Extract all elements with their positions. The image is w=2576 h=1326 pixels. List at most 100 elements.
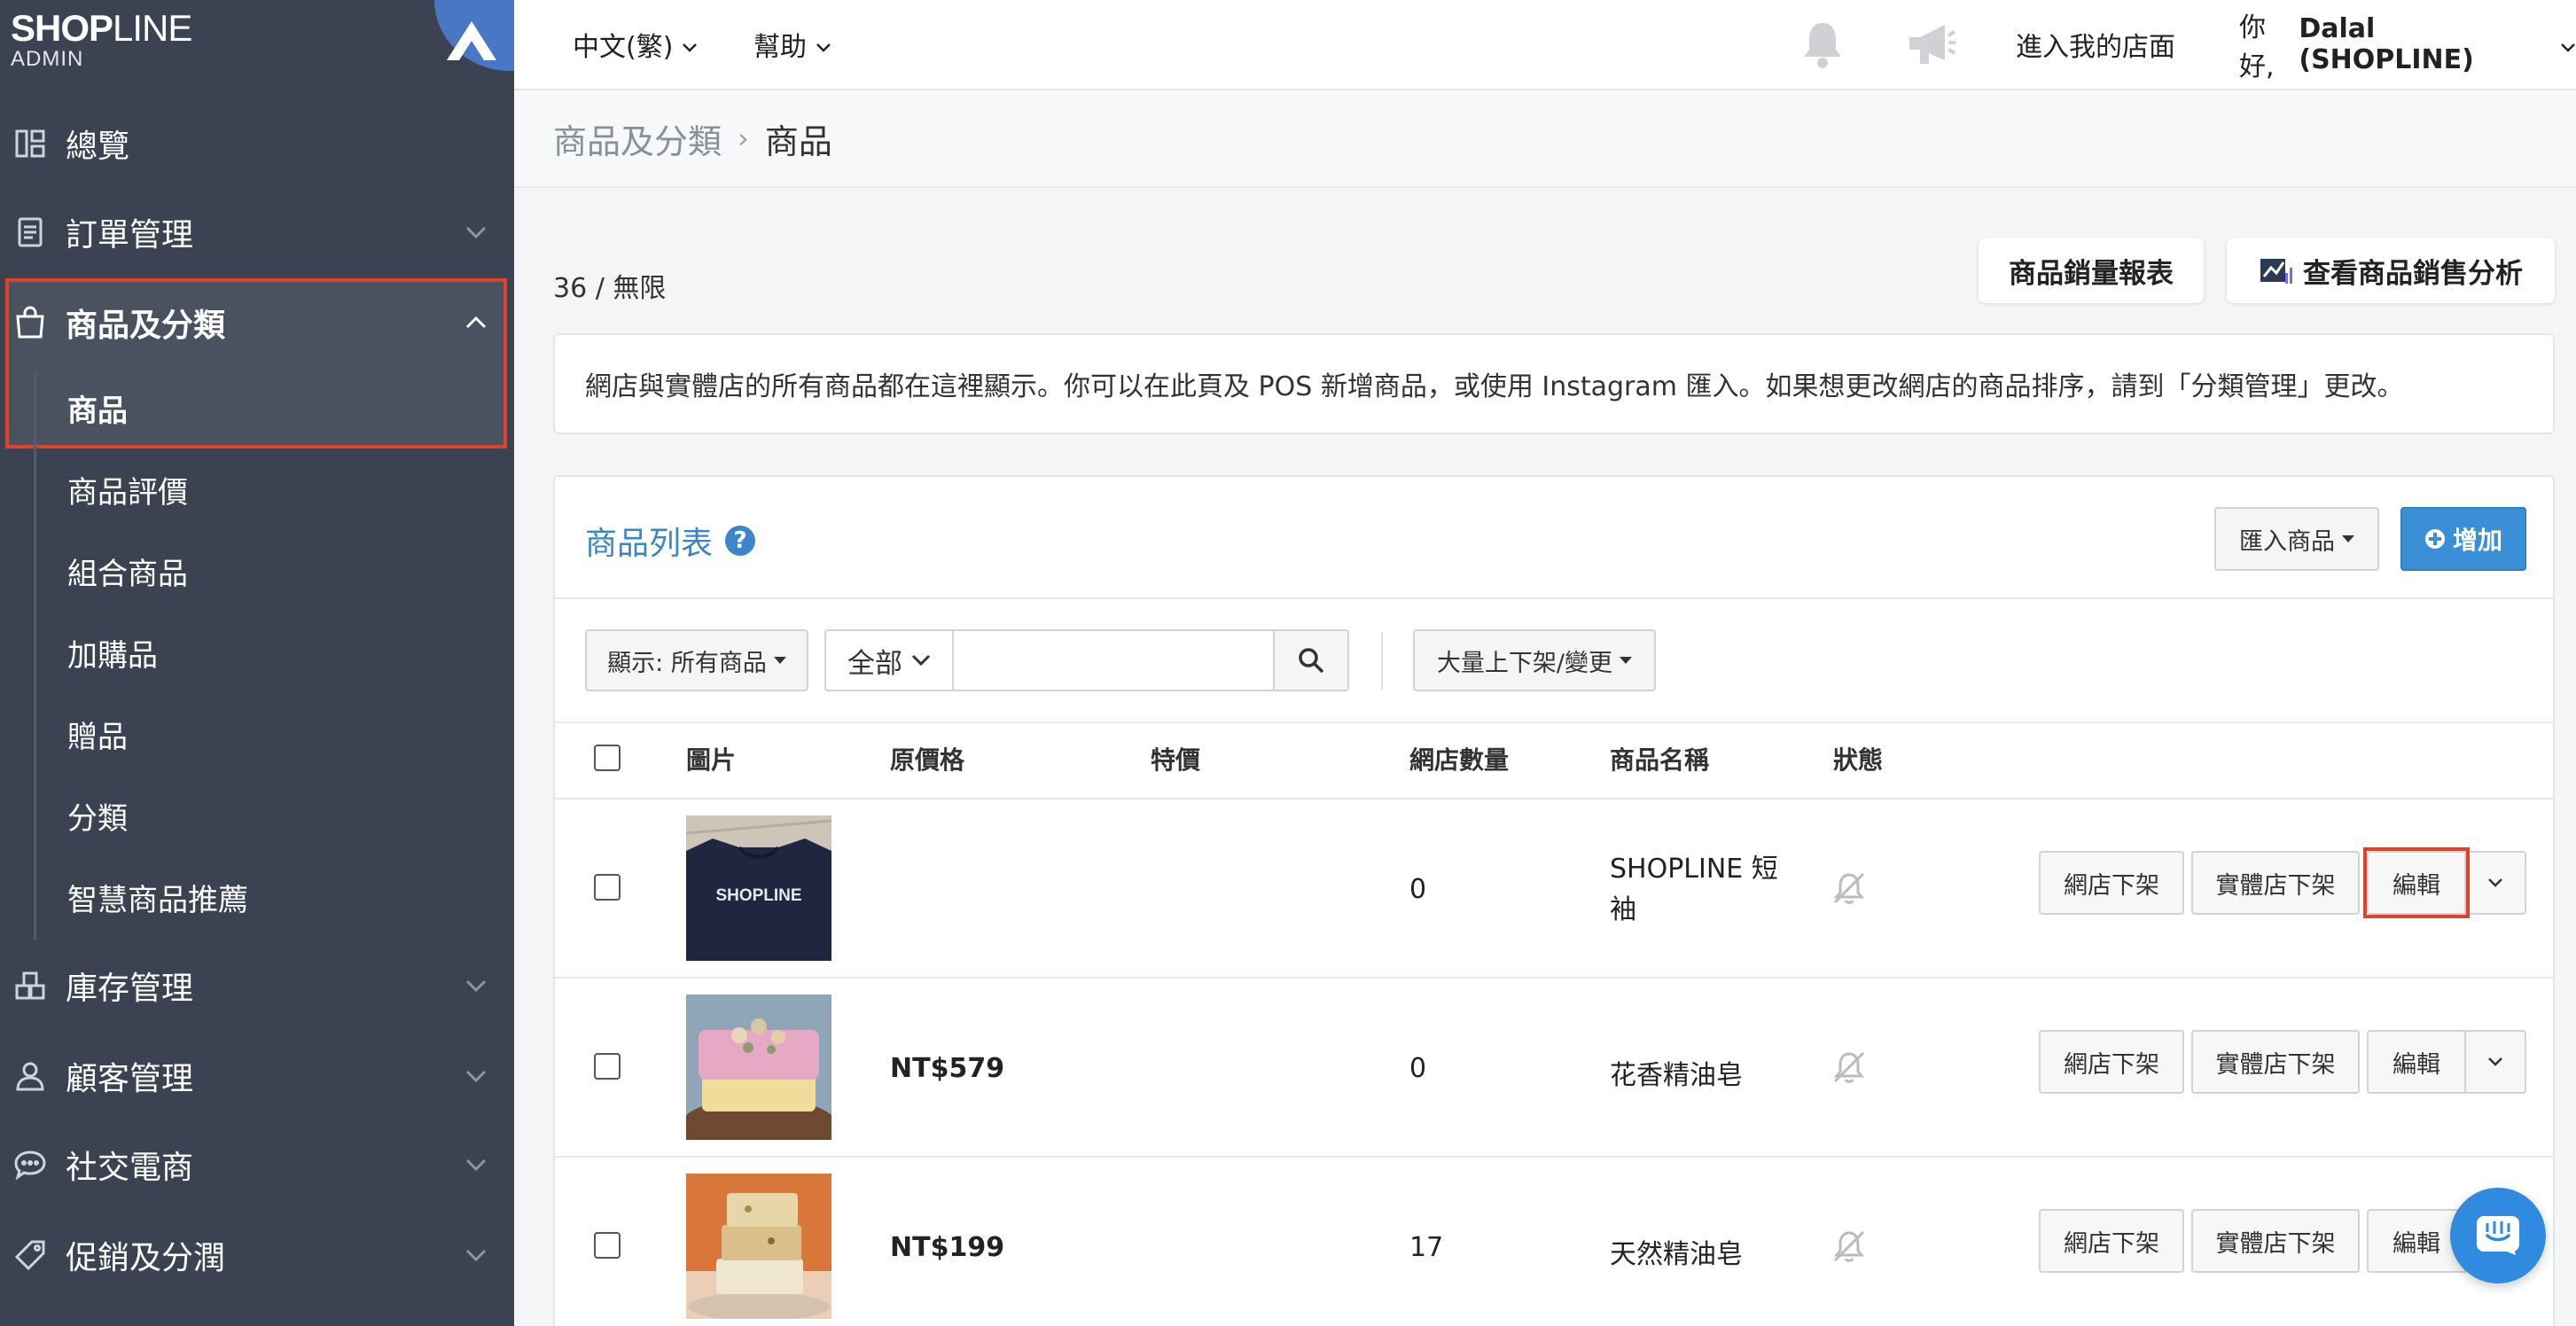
brand-corner [434,0,514,71]
column-header-status: 狀態 [1833,745,1884,775]
subnav-bundles[interactable]: 組合商品 [67,544,188,597]
chevron-down-icon [463,1063,489,1089]
subnav-products[interactable]: 商品 [67,381,128,434]
product-thumbnail[interactable] [686,994,831,1140]
breadcrumb-current: 商品 [764,121,832,161]
nav-products[interactable]: 商品及分類 [0,282,514,363]
megaphone-icon[interactable] [1902,16,1959,73]
product-quantity: 0 [1409,874,1427,905]
search-input[interactable] [952,629,1275,691]
language-dropdown[interactable]: 中文(繁) [573,0,698,89]
submenu-line [34,372,36,940]
nav-orders[interactable]: 訂單管理 [0,191,514,273]
store-offline-button[interactable]: 實體店下架 [2191,851,2360,915]
shopline-logo[interactable]: SHOPLINE ADMIN [11,9,192,71]
add-product-button[interactable]: 增加 [2400,507,2526,571]
product-price: NT$579 [890,1053,1005,1084]
breadcrumb-separator: › [738,121,749,155]
help-icon[interactable]: ? [725,526,756,556]
storefront-link[interactable]: 進入我的店面 [2016,0,2175,89]
nav-customers[interactable]: 顧客管理 [0,1035,514,1117]
table-row: NT$199 17 天然精油皂 網店下架 實體店下架 編輯 [555,1156,2553,1326]
bulk-actions-dropdown[interactable]: 大量上下架/變更 [1413,629,1656,691]
chevron-down-icon [682,29,698,60]
chat-icon [12,1147,48,1182]
dashboard-icon [12,126,48,161]
web-offline-button[interactable]: 網店下架 [2039,1030,2184,1094]
column-header-price: 原價格 [890,745,965,775]
product-list-panel: 商品列表 ? 匯入商品 增加 顯示: 所有商品 全部 大量上下架/變更 圖片 原… [553,475,2555,1326]
caret-down-icon [2342,535,2354,542]
more-actions-button[interactable] [2464,851,2526,915]
product-thumbnail[interactable]: SHOPLINE [686,815,831,961]
svg-text:SHOPLINE: SHOPLINE [715,886,801,905]
column-header-image: 圖片 [686,745,737,775]
subnav-categories[interactable]: 分類 [67,789,128,842]
row-checkbox[interactable] [594,874,621,901]
nav-label: 促銷及分潤 [66,1240,226,1276]
language-label: 中文(繁) [573,32,674,63]
search-button[interactable] [1273,629,1349,691]
product-thumbnail[interactable] [686,1174,831,1319]
nav-inventory[interactable]: 庫存管理 [0,945,514,1026]
account-name: Dalal (SHOPLINE) [2299,13,2474,75]
product-name[interactable]: SHOPLINE 短袖 [1610,849,1787,931]
bag-icon [12,305,48,340]
product-name[interactable]: 天然精油皂 [1610,1232,1805,1271]
edit-button[interactable]: 編輯 [2367,1030,2466,1094]
column-header-quantity: 網店數量 [1409,745,1510,775]
breadcrumb-parent[interactable]: 商品及分類 [553,114,722,163]
sales-report-button[interactable]: 商品銷量報表 [1979,238,2204,303]
add-label: 增加 [2452,526,2502,555]
user-icon [12,1058,48,1094]
chevron-down-icon [2487,878,2503,888]
plus-circle-icon [2424,528,2446,550]
subnav-reviews[interactable]: 商品評價 [67,463,188,516]
nav-label: 社交電商 [66,1150,194,1186]
scope-label: 全部 [847,647,902,680]
chevron-down-icon [911,654,931,667]
product-price: NT$199 [890,1232,1005,1263]
display-filter-dropdown[interactable]: 顯示: 所有商品 [585,629,808,691]
scope-dropdown[interactable]: 全部 [824,629,954,691]
column-header-special: 特價 [1151,745,1201,775]
more-actions-button[interactable] [2464,1030,2526,1094]
store-offline-button[interactable]: 實體店下架 [2191,1030,2360,1094]
caret-down-icon [1620,657,1633,664]
topbar: 中文(繁) 幫助 進入我的店面 你好, Dalal (SHOPLINE) [514,0,2576,90]
panel-title-text: 商品列表 [585,526,714,562]
row-checkbox[interactable] [594,1053,621,1080]
subnav-gifts[interactable]: 贈品 [67,707,128,760]
info-notice: 網店與實體店的所有商品都在這裡顯示。你可以在此頁及 POS 新增商品，或使用 I… [553,333,2555,434]
store-offline-button[interactable]: 實體店下架 [2191,1209,2360,1273]
chat-bubble-icon [2475,1214,2521,1257]
account-menu[interactable]: 你好, Dalal (SHOPLINE) [2239,0,2576,89]
product-name[interactable]: 花香精油皂 [1610,1053,1805,1092]
toolbar-separator [1381,633,1383,690]
import-products-button[interactable]: 匯入商品 [2214,507,2379,571]
sidebar: SHOPLINE ADMIN 總覽 訂單管理 商品及分類 商品 商品評價 組合商… [0,0,514,1326]
inventory-icon [12,968,48,1003]
row-checkbox[interactable] [594,1232,621,1259]
nav-label: 總覽 [66,129,130,165]
bell-slash-icon [1831,1049,1867,1092]
web-offline-button[interactable]: 網店下架 [2039,851,2184,915]
bell-icon[interactable] [1794,16,1851,73]
subnav-addons[interactable]: 加購品 [67,626,158,679]
sales-analysis-button[interactable]: 查看商品銷售分析 [2227,238,2555,303]
panel-title: 商品列表 ? [585,518,756,564]
select-all-checkbox[interactable] [594,745,621,771]
nav-promotions[interactable]: 促銷及分潤 [0,1214,514,1296]
chat-support-button[interactable] [2450,1188,2546,1283]
web-offline-button[interactable]: 網店下架 [2039,1209,2184,1273]
chevron-down-icon [463,219,489,246]
help-dropdown[interactable]: 幫助 [753,0,831,89]
subnav-recommend[interactable]: 智慧商品推薦 [67,870,248,924]
nav-label: 商品及分類 [66,308,226,344]
sales-analysis-label: 查看商品銷售分析 [2303,257,2523,290]
nav-dashboard[interactable]: 總覽 [0,103,514,184]
bell-slash-icon [1831,1228,1867,1271]
nav-social[interactable]: 社交電商 [0,1124,514,1205]
greeting-prefix: 你好, [2239,12,2275,82]
display-filter-label: 顯示: 所有商品 [607,649,767,677]
